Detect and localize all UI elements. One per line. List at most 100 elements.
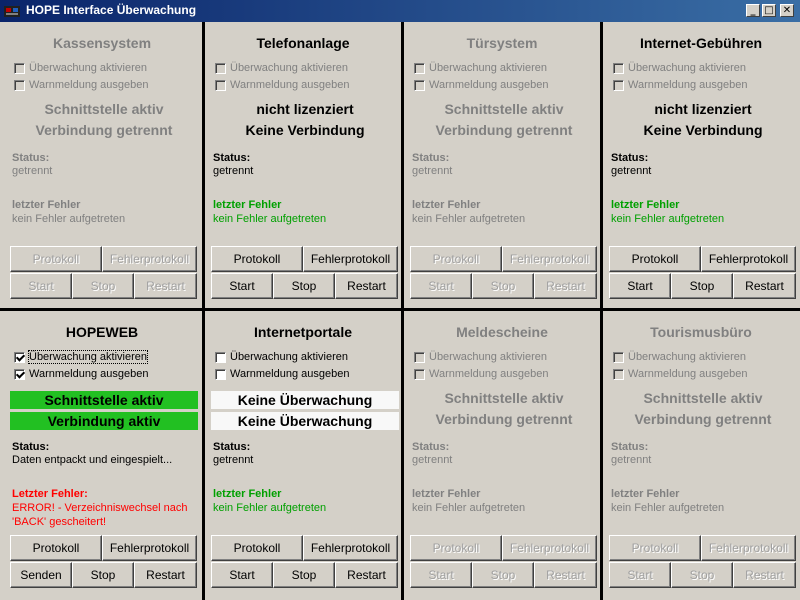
restart-button[interactable]: Restart bbox=[733, 562, 796, 588]
restart-button[interactable]: Restart bbox=[534, 273, 597, 299]
error-title: letzter Fehler bbox=[412, 199, 481, 211]
protokoll-button[interactable]: Protokoll bbox=[410, 535, 502, 561]
watch-checkbox[interactable]: Überwachung aktivieren bbox=[215, 350, 348, 364]
start-button[interactable]: Start bbox=[609, 562, 671, 588]
status-value: getrennt bbox=[213, 454, 254, 466]
status-value: Daten entpackt und eingespielt... bbox=[12, 454, 173, 466]
error-title: letzter Fehler bbox=[611, 488, 680, 500]
restart-button[interactable]: Restart bbox=[534, 562, 597, 588]
protokoll-button[interactable]: Protokoll bbox=[609, 246, 701, 272]
protokoll-button[interactable]: Protokoll bbox=[10, 246, 102, 272]
stop-button[interactable]: Stop bbox=[273, 273, 335, 299]
warn-label: Warnmeldung ausgeben bbox=[230, 368, 350, 380]
watch-checkbox[interactable]: Überwachung aktivieren bbox=[14, 61, 147, 75]
stop-button[interactable]: Stop bbox=[72, 562, 134, 588]
interface-status-banner: Keine Überwachung bbox=[211, 391, 399, 409]
protokoll-button[interactable]: Protokoll bbox=[410, 246, 502, 272]
panel-kassensystem: Kassensystem Überwachung aktivieren Warn… bbox=[4, 22, 200, 308]
protokoll-button[interactable]: Protokoll bbox=[609, 535, 701, 561]
maximize-button[interactable]: □ bbox=[762, 4, 776, 17]
protokoll-button[interactable]: Protokoll bbox=[211, 535, 303, 561]
close-button[interactable]: ✕ bbox=[780, 4, 794, 17]
checkbox-box[interactable] bbox=[215, 79, 226, 91]
start-button[interactable]: Start bbox=[211, 273, 273, 299]
status-label: Status: bbox=[611, 152, 649, 164]
panel-telefonanlage: Telefonanlage Überwachung aktivieren War… bbox=[205, 22, 401, 308]
checkbox-box[interactable] bbox=[613, 351, 624, 363]
fehlerprotokoll-button[interactable]: Fehlerprotokoll bbox=[303, 246, 398, 272]
warn-checkbox[interactable]: Warnmeldung ausgeben bbox=[414, 367, 548, 381]
restart-button[interactable]: Restart bbox=[134, 562, 197, 588]
watch-label: Überwachung aktivieren bbox=[230, 62, 349, 74]
restart-button[interactable]: Restart bbox=[335, 273, 398, 299]
checkbox-box[interactable] bbox=[14, 351, 25, 363]
warn-checkbox[interactable]: Warnmeldung ausgeben bbox=[613, 367, 747, 381]
checkbox-box[interactable] bbox=[414, 62, 425, 74]
watch-checkbox[interactable]: Überwachung aktivieren bbox=[613, 61, 746, 75]
fehlerprotokoll-button[interactable]: Fehlerprotokoll bbox=[303, 535, 398, 561]
warn-checkbox[interactable]: Warnmeldung ausgeben bbox=[14, 78, 148, 92]
warn-checkbox[interactable]: Warnmeldung ausgeben bbox=[215, 367, 349, 381]
fehlerprotokoll-button[interactable]: Fehlerprotokoll bbox=[701, 535, 796, 561]
checkbox-box[interactable] bbox=[14, 79, 25, 91]
minimize-button[interactable]: _ bbox=[746, 4, 760, 17]
start-button[interactable]: Start bbox=[410, 273, 472, 299]
start-button[interactable]: Start bbox=[410, 562, 472, 588]
stop-button[interactable]: Stop bbox=[472, 273, 534, 299]
checkbox-box[interactable] bbox=[613, 62, 624, 74]
checkbox-box[interactable] bbox=[215, 62, 226, 74]
restart-button[interactable]: Restart bbox=[335, 562, 398, 588]
fehlerprotokoll-button[interactable]: Fehlerprotokoll bbox=[701, 246, 796, 272]
fehlerprotokoll-button[interactable]: Fehlerprotokoll bbox=[502, 246, 597, 272]
stop-button[interactable]: Stop bbox=[671, 273, 733, 299]
checkbox-box[interactable] bbox=[414, 368, 425, 380]
fehlerprotokoll-button[interactable]: Fehlerprotokoll bbox=[102, 246, 197, 272]
checkbox-box[interactable] bbox=[14, 62, 25, 74]
checkbox-box[interactable] bbox=[613, 79, 624, 91]
warn-checkbox[interactable]: Warnmeldung ausgeben bbox=[215, 78, 349, 92]
status-value: getrennt bbox=[412, 454, 453, 466]
status-label: Status: bbox=[12, 152, 50, 164]
fehlerprotokoll-button[interactable]: Fehlerprotokoll bbox=[502, 535, 597, 561]
watch-checkbox[interactable]: Überwachung aktivieren bbox=[613, 350, 746, 364]
status-label: Status: bbox=[213, 441, 251, 453]
protokoll-button[interactable]: Protokoll bbox=[211, 246, 303, 272]
watch-checkbox[interactable]: Überwachung aktivieren bbox=[14, 350, 149, 364]
minimize-icon: _ bbox=[750, 4, 756, 16]
connection-status-banner: Verbindung getrennt bbox=[35, 122, 173, 138]
status-label: Status: bbox=[611, 441, 649, 453]
checkbox-box[interactable] bbox=[215, 368, 226, 380]
stop-button[interactable]: Stop bbox=[72, 273, 134, 299]
status-label: Status: bbox=[12, 441, 50, 453]
checkbox-box[interactable] bbox=[414, 351, 425, 363]
error-text: kein Fehler aufgetreten bbox=[611, 502, 725, 514]
checkbox-box[interactable] bbox=[14, 368, 25, 380]
warn-checkbox[interactable]: Warnmeldung ausgeben bbox=[14, 367, 148, 381]
stop-button[interactable]: Stop bbox=[273, 562, 335, 588]
warn-checkbox[interactable]: Warnmeldung ausgeben bbox=[414, 78, 548, 92]
start-button[interactable]: Senden bbox=[10, 562, 72, 588]
protokoll-button[interactable]: Protokoll bbox=[10, 535, 102, 561]
stop-button[interactable]: Stop bbox=[671, 562, 733, 588]
restart-button[interactable]: Restart bbox=[134, 273, 197, 299]
status-value: getrennt bbox=[12, 165, 53, 177]
panel-meldescheine: Meldescheine Überwachung aktivieren Warn… bbox=[404, 311, 600, 597]
window-title: HOPE Interface Überwachung bbox=[26, 3, 197, 17]
restart-button[interactable]: Restart bbox=[733, 273, 796, 299]
start-button[interactable]: Start bbox=[211, 562, 273, 588]
title-bar[interactable]: HOPE Interface Überwachung _ □ ✕ bbox=[0, 0, 800, 22]
checkbox-box[interactable] bbox=[414, 79, 425, 91]
watch-checkbox[interactable]: Überwachung aktivieren bbox=[414, 350, 547, 364]
start-button[interactable]: Start bbox=[10, 273, 72, 299]
watch-checkbox[interactable]: Überwachung aktivieren bbox=[215, 61, 348, 75]
warn-checkbox[interactable]: Warnmeldung ausgeben bbox=[613, 78, 747, 92]
checkbox-box[interactable] bbox=[215, 351, 226, 363]
stop-button[interactable]: Stop bbox=[472, 562, 534, 588]
panel-hopeweb: HOPEWEB Überwachung aktivieren Warnmeldu… bbox=[4, 311, 200, 597]
watch-checkbox[interactable]: Überwachung aktivieren bbox=[414, 61, 547, 75]
panel-internet-geb-hren: Internet-Gebühren Überwachung aktivieren… bbox=[603, 22, 799, 308]
fehlerprotokoll-button[interactable]: Fehlerprotokoll bbox=[102, 535, 197, 561]
checkbox-box[interactable] bbox=[613, 368, 624, 380]
start-button[interactable]: Start bbox=[609, 273, 671, 299]
watch-label: Überwachung aktivieren bbox=[429, 62, 548, 74]
